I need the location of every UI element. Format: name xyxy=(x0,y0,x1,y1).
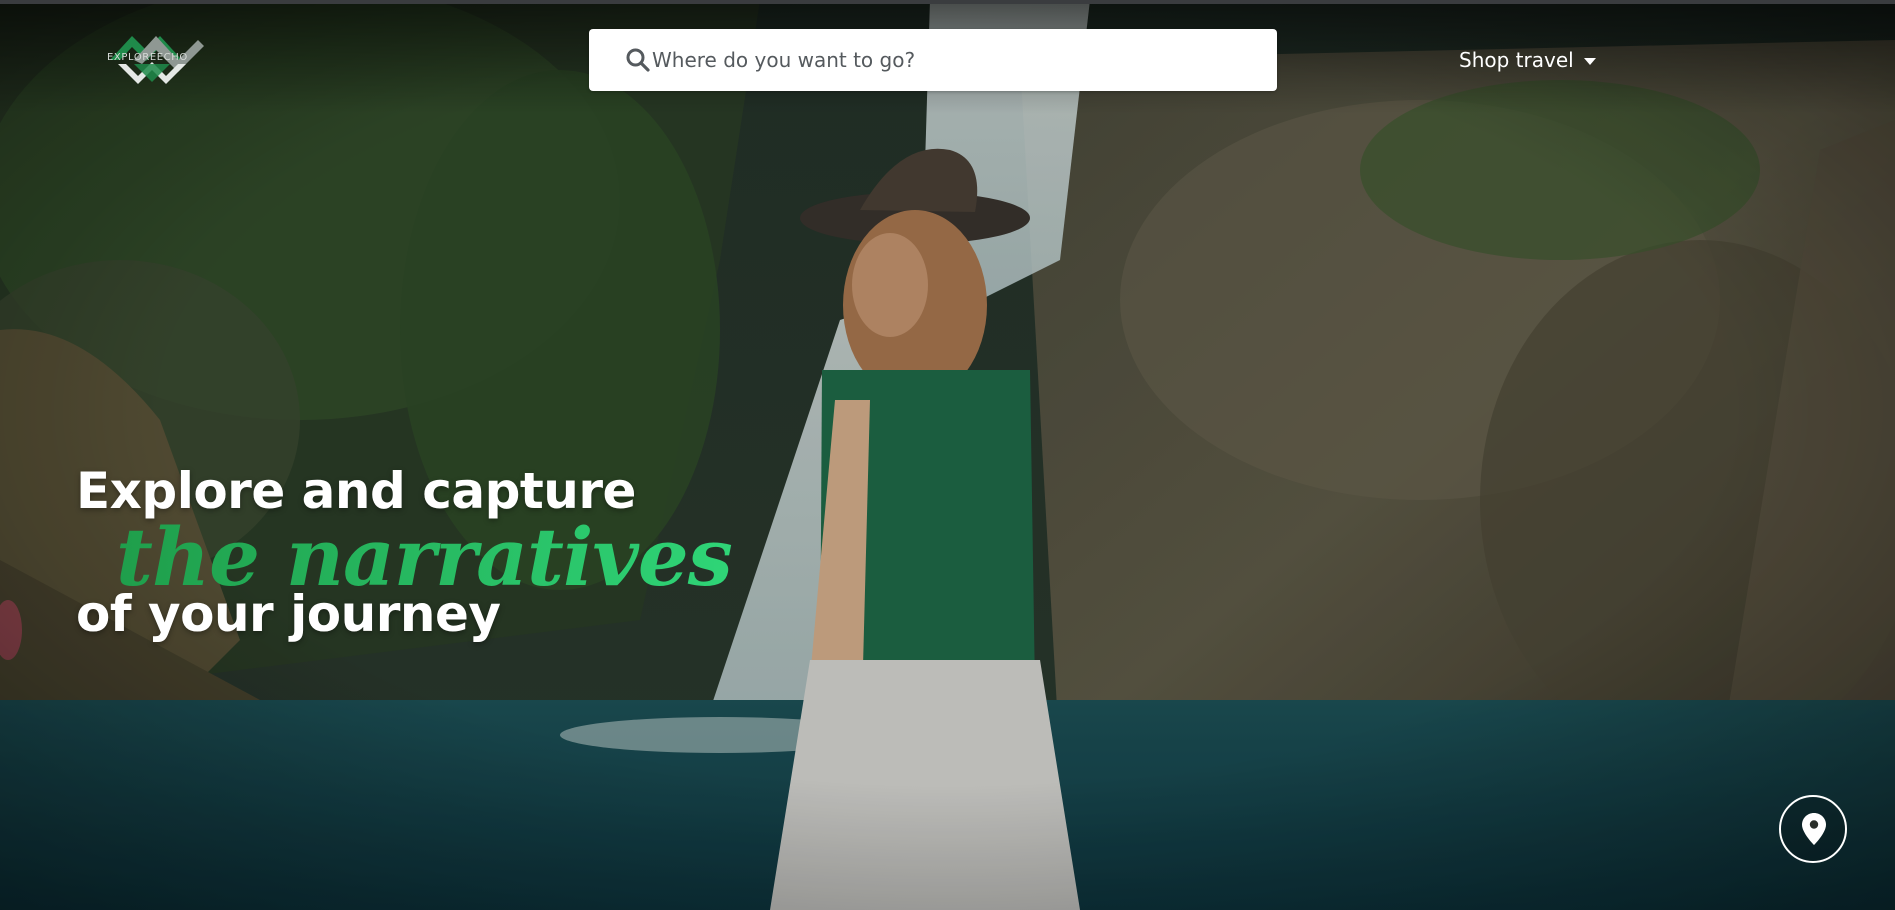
hero-background-image xyxy=(0,0,1895,910)
landing-page: EXPLOREECHO Shop travel Explore and capt… xyxy=(0,0,1895,910)
shop-travel-label: Shop travel xyxy=(1459,48,1574,72)
brand-logo[interactable]: EXPLOREECHO xyxy=(104,30,208,90)
logo-wordmark: EXPLOREECHO xyxy=(107,52,188,63)
caret-down-icon xyxy=(1583,57,1596,65)
search-bar[interactable] xyxy=(589,29,1277,91)
map-pin-icon xyxy=(1802,813,1826,845)
search-icon xyxy=(626,48,650,72)
shop-travel-dropdown[interactable]: Shop travel xyxy=(1459,45,1596,75)
location-button[interactable] xyxy=(1779,795,1847,863)
destination-search-input[interactable] xyxy=(652,29,1252,91)
hero-heading-line3: of your journey xyxy=(76,585,501,643)
